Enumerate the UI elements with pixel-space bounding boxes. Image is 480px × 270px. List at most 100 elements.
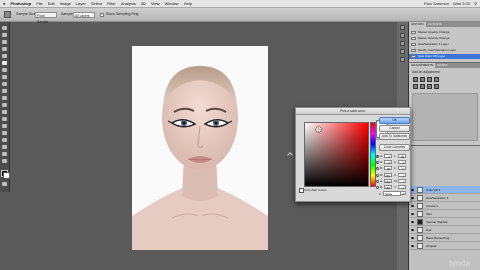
hand-tool-icon[interactable] (2, 152, 7, 156)
gradient-tool-icon[interactable] (2, 103, 7, 107)
sample-size-select[interactable]: Point Sample (35, 11, 57, 24)
lab-b-input[interactable]: 0 (398, 166, 406, 171)
menu-3d[interactable]: 3D (141, 0, 146, 7)
menu-image[interactable]: Image (60, 0, 71, 7)
history-item[interactable]: Modify Hue/Saturation Layer (409, 48, 480, 53)
menu-window[interactable]: Window (164, 0, 178, 7)
healing-brush-icon[interactable] (2, 68, 7, 72)
layer-row[interactable]: Hue/Saturation 1 (409, 194, 480, 202)
layer-row[interactable]: Internal Shadow (409, 218, 480, 226)
m-input[interactable]: 1 (398, 179, 406, 184)
quick-select-tool-icon[interactable] (2, 47, 7, 51)
ok-button[interactable]: OK (379, 117, 410, 124)
menu-edit[interactable]: Edit (48, 0, 55, 7)
menu-photoshop[interactable]: Photoshop (10, 0, 31, 7)
pen-tool-icon[interactable] (2, 124, 7, 128)
marquee-tool-icon[interactable] (2, 33, 7, 37)
levels-icon[interactable] (420, 77, 425, 82)
background-color-swatch[interactable] (3, 172, 10, 179)
eye-icon[interactable] (411, 188, 414, 191)
clone-stamp-icon[interactable] (2, 82, 7, 86)
brush-tool-icon[interactable] (2, 75, 7, 79)
eye-icon[interactable] (411, 244, 414, 247)
exposure-icon[interactable] (434, 77, 439, 82)
tab-masks[interactable]: MASKS (435, 63, 450, 68)
user-name[interactable]: Rick Sammon (424, 0, 449, 7)
eraser-icon[interactable] (2, 96, 7, 100)
l-input[interactable]: 98 (398, 154, 406, 159)
menu-help[interactable]: Help (184, 0, 192, 7)
menu-analysis[interactable]: Analysis (121, 0, 136, 7)
color-balance-icon[interactable] (427, 84, 432, 89)
h-input[interactable]: 0 (384, 154, 392, 159)
blue-radio[interactable] (376, 186, 379, 189)
menu-layer[interactable]: Layer (76, 0, 86, 7)
dock-brush-icon[interactable] (400, 41, 405, 46)
tab-history[interactable]: HISTORY (409, 22, 427, 27)
color-field[interactable] (304, 122, 369, 187)
move-tool-icon[interactable] (2, 26, 7, 30)
b-radio[interactable] (376, 167, 379, 170)
cancel-button[interactable]: Cancel (379, 125, 410, 132)
eyedropper-tool-icon[interactable] (4, 11, 11, 18)
layer-row[interactable]: Curves 1 (409, 202, 480, 210)
history-item[interactable]: Master Opacity Change (409, 30, 480, 35)
layer-row[interactable]: Hair (409, 226, 480, 234)
a-input[interactable]: 0 (398, 160, 406, 165)
apple-icon[interactable]: ● (3, 0, 5, 7)
history-brush-icon[interactable] (2, 89, 7, 93)
show-ring-checkbox[interactable] (100, 12, 104, 17)
tab-actions[interactable]: ACTIONS (426, 22, 443, 27)
menu-filter[interactable]: Filter (107, 0, 116, 7)
brightness-icon[interactable] (413, 77, 418, 82)
eye-icon[interactable] (411, 220, 414, 223)
g-input[interactable]: 250 (384, 179, 392, 184)
s-input[interactable]: 0 (384, 160, 392, 165)
b-input[interactable]: 98 (384, 166, 392, 171)
layer-row[interactable]: Basic Retouching (409, 234, 480, 242)
history-item[interactable]: Master Opacity Change (409, 36, 480, 41)
eye-icon[interactable] (411, 236, 414, 239)
history-item-selected[interactable]: New Color Fill Layer (409, 54, 480, 59)
type-tool-icon[interactable] (2, 131, 7, 135)
lasso-tool-icon[interactable] (2, 40, 7, 44)
dock-history-icon[interactable] (400, 25, 405, 30)
crop-tool-icon[interactable] (2, 54, 7, 58)
eye-icon[interactable] (411, 212, 414, 215)
blue-input[interactable]: 250 (384, 185, 392, 190)
dock-clone-icon[interactable] (400, 49, 405, 54)
color-libraries-button[interactable]: Color Libraries (379, 144, 410, 151)
path-select-icon[interactable] (2, 138, 7, 142)
c-input[interactable]: 1 (398, 173, 406, 178)
s-radio[interactable] (376, 161, 379, 164)
vibrance-icon[interactable] (413, 84, 418, 89)
layer-row[interactable]: Original (409, 242, 480, 250)
hex-input[interactable]: fafafa (383, 191, 401, 196)
sample-select[interactable]: All Layers (73, 11, 95, 18)
quick-mask-icon[interactable] (2, 182, 7, 186)
clock[interactable]: Wed 3:00 (453, 0, 470, 7)
eyedropper-icon[interactable] (2, 61, 7, 65)
dock-character-icon[interactable] (400, 57, 405, 62)
color-field-cursor[interactable] (316, 127, 321, 132)
menu-file[interactable]: File (36, 0, 42, 7)
h-radio[interactable] (376, 155, 379, 158)
menu-select[interactable]: Select (91, 0, 102, 7)
layer-row[interactable]: Skin (409, 210, 480, 218)
g-radio[interactable] (376, 180, 379, 183)
shape-tool-icon[interactable] (2, 145, 7, 149)
tab-adjustments[interactable]: ADJUSTMENTS (409, 63, 436, 68)
history-item[interactable]: Hue/Saturation 1 Layer (409, 42, 480, 47)
presets-list[interactable] (412, 93, 478, 141)
eye-icon[interactable] (411, 228, 414, 231)
y-input[interactable]: 1 (398, 185, 406, 190)
spotlight-icon[interactable]: ⚲ (474, 0, 477, 7)
eye-icon[interactable] (411, 204, 414, 207)
r-radio[interactable] (376, 174, 379, 177)
document-canvas[interactable] (132, 46, 268, 250)
layer-row-selected[interactable]: Color Fill 1 (409, 186, 480, 194)
menu-view[interactable]: View (151, 0, 160, 7)
add-to-swatches-button[interactable]: Add To Swatches (379, 133, 410, 140)
curves-icon[interactable] (427, 77, 432, 82)
hue-saturation-icon[interactable] (420, 84, 425, 89)
